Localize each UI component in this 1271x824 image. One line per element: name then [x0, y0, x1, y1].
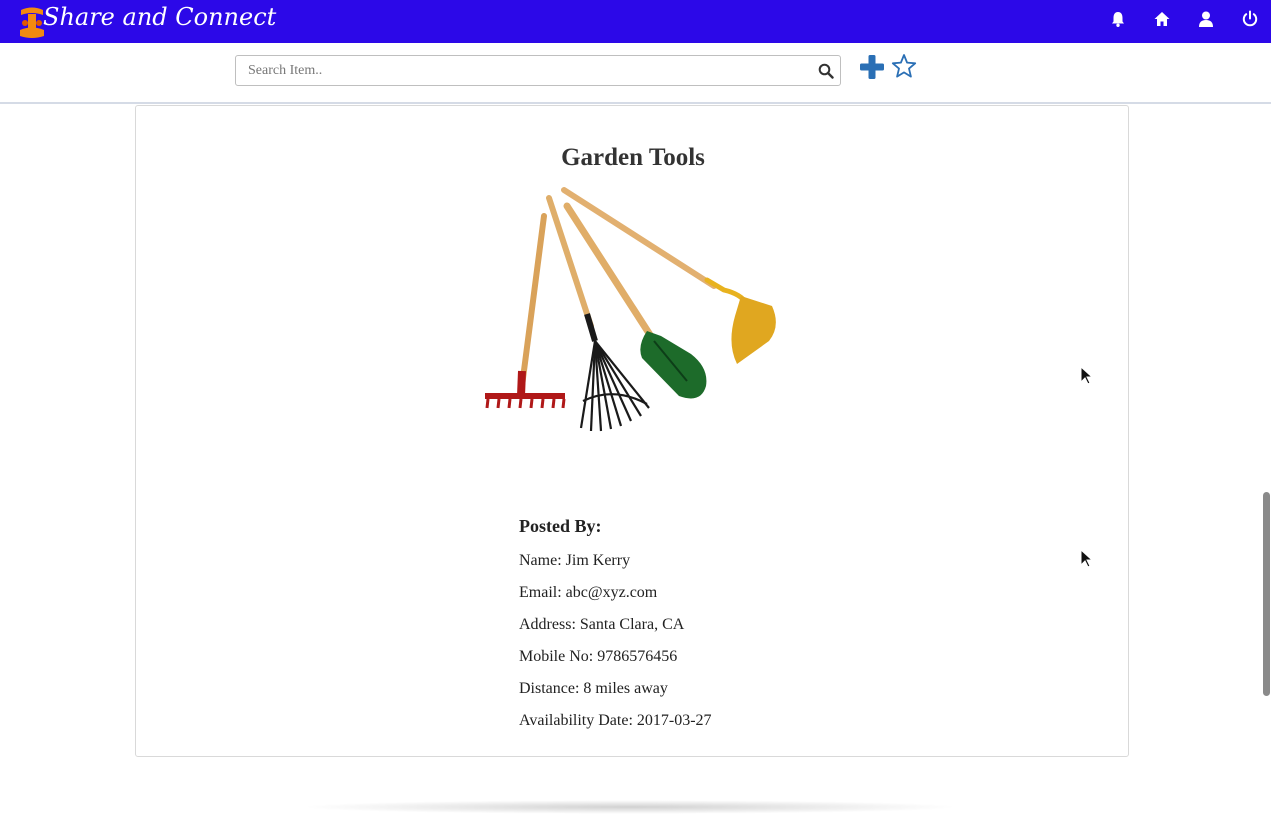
mouse-cursor-icon — [1080, 366, 1094, 385]
search-toolbar — [0, 43, 1271, 104]
posted-by-section: Posted By: Name: Jim Kerry Email: abc@xy… — [519, 516, 712, 737]
home-icon[interactable] — [1153, 10, 1171, 28]
user-icon[interactable] — [1197, 10, 1215, 28]
posted-by-heading: Posted By: — [519, 516, 602, 536]
bell-icon[interactable] — [1109, 10, 1127, 28]
item-detail-card: Garden Tools Posted By: Name: Jim Kerry … — [135, 105, 1129, 757]
mouse-cursor-icon — [1080, 549, 1094, 568]
bottom-shadow — [300, 800, 960, 814]
item-title: Garden Tools — [561, 144, 705, 171]
poster-email: Email: abc@xyz.com — [519, 584, 658, 601]
search-icon[interactable] — [818, 63, 834, 79]
search-input[interactable] — [236, 56, 808, 85]
plus-icon — [860, 55, 884, 79]
power-icon[interactable] — [1241, 10, 1259, 28]
brand-title[interactable]: Share and Connect — [43, 3, 276, 31]
item-distance: Distance: 8 miles away — [519, 680, 668, 697]
search-box — [235, 55, 841, 86]
top-navbar: Share and Connect — [0, 0, 1271, 43]
vertical-scrollbar[interactable] — [1263, 492, 1270, 696]
favorites-button[interactable] — [891, 53, 917, 79]
add-item-button[interactable] — [859, 54, 885, 80]
star-outline-icon — [891, 54, 917, 78]
availability-date: Availability Date: 2017-03-27 — [519, 712, 712, 729]
garden-tools-image — [485, 187, 776, 432]
poster-name: Name: Jim Kerry — [519, 552, 631, 569]
poster-mobile: Mobile No: 9786576456 — [519, 648, 678, 665]
poster-address: Address: Santa Clara, CA — [519, 616, 685, 633]
